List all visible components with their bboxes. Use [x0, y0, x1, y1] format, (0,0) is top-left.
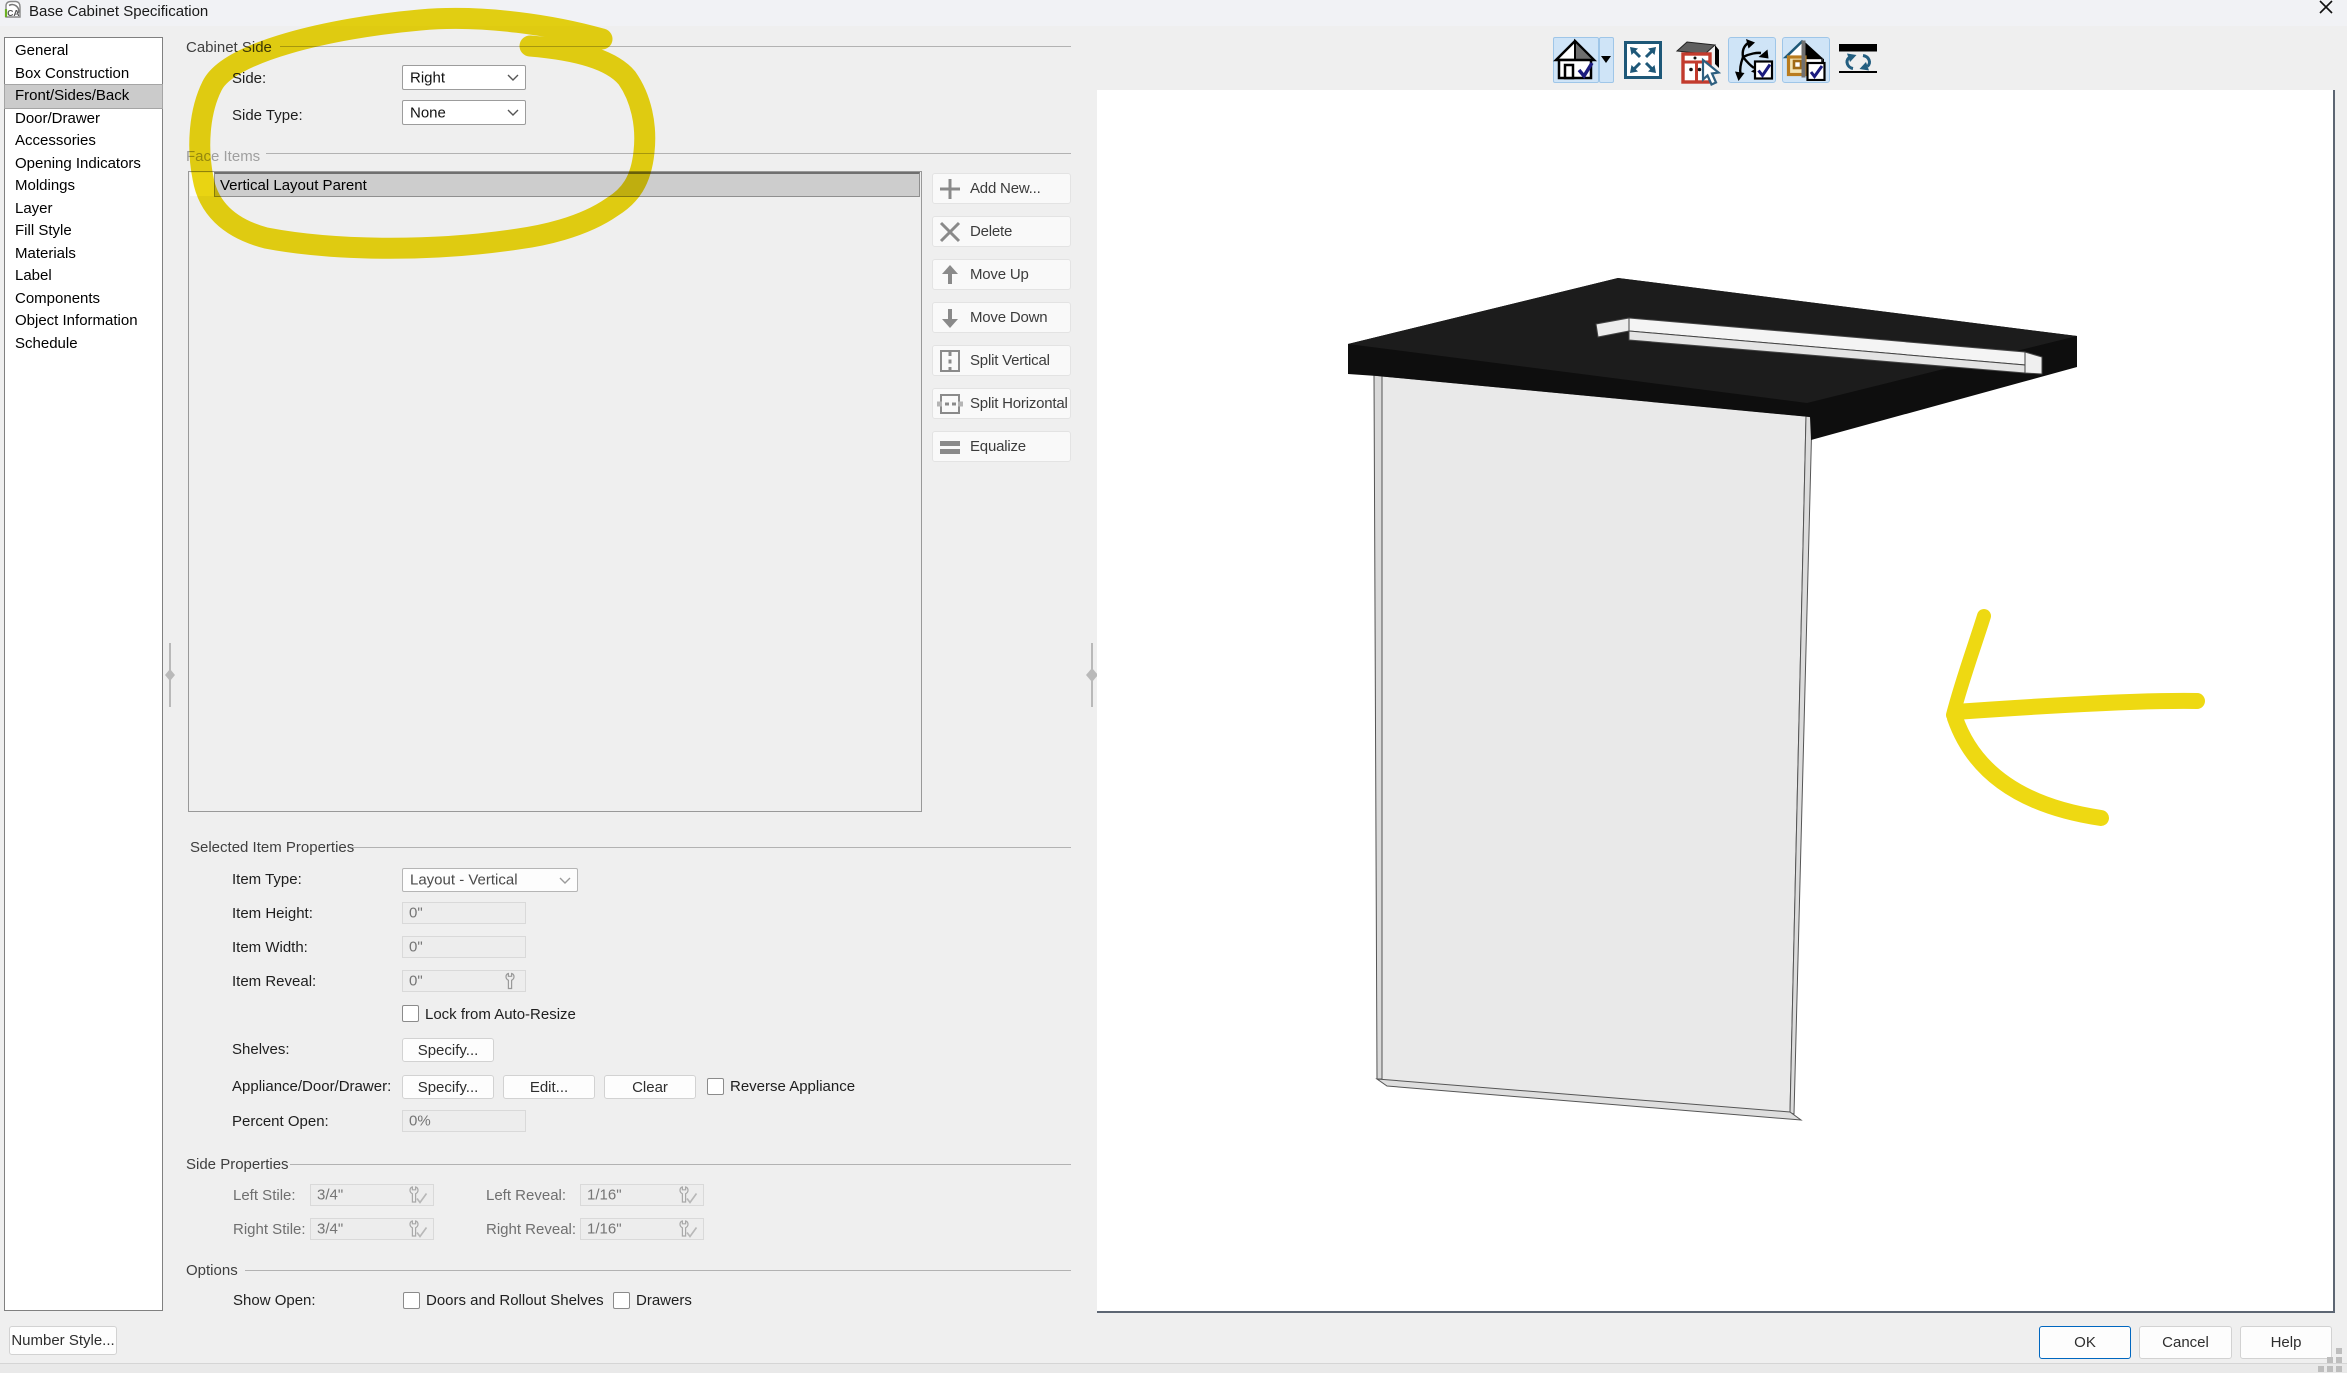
svg-text:CA: CA: [7, 8, 19, 18]
